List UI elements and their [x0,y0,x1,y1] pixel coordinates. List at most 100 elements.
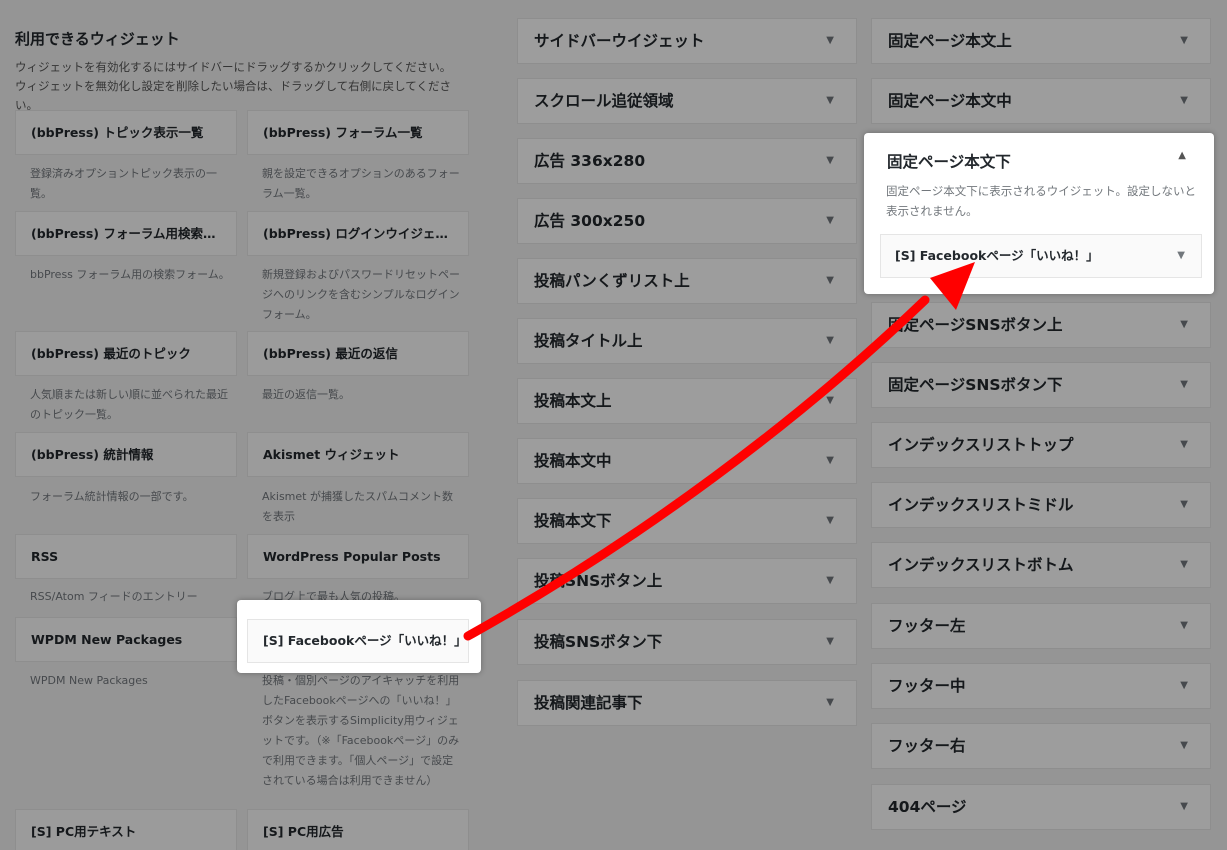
sidebar-item[interactable]: 広告 336x280 ▼ [517,138,857,184]
sidebar-label: 投稿タイトル上 [534,332,643,350]
widget-facebook-like[interactable]: [S] Facebookページ「いいね！」 [247,619,469,663]
widget-description: RSS/Atom フィードのエントリー [30,590,198,603]
sidebar-label: 広告 300x250 [534,212,646,230]
widget-bbpress-recent-topics[interactable]: (bbPress) 最近のトピック [15,331,237,376]
widget-description: 親を設定できるオプションのあるフォーラム一覧。 [262,167,460,200]
sidebar-item[interactable]: フッター中 ▼ [871,663,1211,709]
chevron-down-icon[interactable]: ▼ [826,379,834,423]
sidebar-label: 固定ページ本文上 [888,32,1012,50]
sidebar-label: 投稿関連記事下 [534,694,643,712]
widget-description: 新規登録およびパスワードリセットページへのリンクを含むシンプルなログインフォーム… [262,268,460,321]
chevron-down-icon[interactable]: ▼ [826,139,834,183]
widget-bbpress-recent-replies[interactable]: (bbPress) 最近の返信 [247,331,469,376]
open-sidebar-description: 固定ページ本文下に表示されるウイジェット。設定しないと表示されません。 [886,184,1197,218]
available-widgets-title: 利用できるウィジェット [15,30,180,48]
chevron-down-icon[interactable]: ▼ [826,79,834,123]
sidebar-item[interactable]: 投稿本文下 ▼ [517,498,857,544]
sidebar-label: 投稿本文上 [534,392,612,410]
chevron-down-icon[interactable]: ▼ [1180,483,1188,527]
sidebar-item[interactable]: 投稿本文上 ▼ [517,378,857,424]
chevron-down-icon[interactable]: ▼ [1177,235,1185,277]
widget-description: 最近の返信一覧。 [262,388,350,401]
placed-widget-label: [S] Facebookページ「いいね！」 [895,248,1099,263]
sidebar-label: 広告 336x280 [534,152,646,170]
sidebar-label: 投稿パンくずリスト上 [534,272,690,290]
sidebar-item[interactable]: 投稿パンくずリスト上 ▼ [517,258,857,304]
widget-rss[interactable]: RSS [15,534,237,579]
sidebar-item[interactable]: インデックスリストミドル ▼ [871,482,1211,528]
widget-bbpress-forums[interactable]: (bbPress) フォーラム一覧 [247,110,469,155]
widget-pc-ad[interactable]: [S] PC用広告 [247,809,469,850]
chevron-down-icon[interactable]: ▼ [826,19,834,63]
widget-wordpress-popular-posts[interactable]: WordPress Popular Posts [247,534,469,579]
sidebar-item[interactable]: インデックスリストトップ ▼ [871,422,1211,468]
chevron-down-icon[interactable]: ▼ [1180,303,1188,347]
chevron-down-icon[interactable]: ▼ [1180,724,1188,768]
sidebar-item[interactable]: インデックスリストボトム ▼ [871,542,1211,588]
widget-description: bbPress フォーラム用の検索フォーム。 [30,268,230,281]
chevron-down-icon[interactable]: ▼ [1180,423,1188,467]
sidebar-label: フッター右 [888,737,966,755]
highlighted-source-widget: [S] Facebookページ「いいね！」 [237,600,481,673]
sidebar-label: 投稿SNSボタン下 [534,633,663,651]
sidebar-label: 投稿本文下 [534,512,612,530]
sidebar-item[interactable]: 投稿タイトル上 ▼ [517,318,857,364]
chevron-down-icon[interactable]: ▼ [826,319,834,363]
widget-pc-text[interactable]: [S] PC用テキスト [15,809,237,850]
sidebar-item[interactable]: 投稿本文中 ▼ [517,438,857,484]
chevron-down-icon[interactable]: ▼ [826,620,834,664]
sidebar-item[interactable]: フッター右 ▼ [871,723,1211,769]
sidebar-item[interactable]: 固定ページ本文上 ▼ [871,18,1211,64]
sidebar-item[interactable]: 投稿SNSボタン下 ▼ [517,619,857,665]
widget-bbpress-login[interactable]: (bbPress) ログインウイジェット [247,211,469,256]
widget-bbpress-stats[interactable]: (bbPress) 統計情報 [15,432,237,477]
chevron-down-icon[interactable]: ▼ [826,199,834,243]
placed-widget-facebook-like[interactable]: [S] Facebookページ「いいね！」 ▼ [880,234,1202,278]
chevron-down-icon[interactable]: ▼ [1180,19,1188,63]
widget-wpdm-new-packages[interactable]: WPDM New Packages [15,617,237,662]
sidebar-item[interactable]: 広告 300x250 ▼ [517,198,857,244]
sidebar-item[interactable]: フッター左 ▼ [871,603,1211,649]
chevron-down-icon[interactable]: ▼ [1180,363,1188,407]
open-sidebar-title[interactable]: 固定ページ本文下 [887,150,1011,172]
sidebar-label: インデックスリストトップ [888,436,1074,454]
sidebar-label: 投稿本文中 [534,452,612,470]
sidebar-label: 404ページ [888,798,967,816]
widget-description: 投稿・個別ページのアイキャッチを利用したFacebookページへの「いいね！」ボ… [262,674,460,787]
widget-description: 人気順または新しい順に並べられた最近のトピック一覧。 [30,388,228,421]
chevron-down-icon[interactable]: ▼ [1180,785,1188,829]
widget-akismet[interactable]: Akismet ウィジェット [247,432,469,477]
chevron-up-icon[interactable]: ▲ [1178,150,1186,161]
sidebar-item[interactable]: 投稿関連記事下 ▼ [517,680,857,726]
sidebar-item[interactable]: 投稿SNSボタン上 ▼ [517,558,857,604]
widget-description: Akismet が捕獲したスパムコメント数を表示 [262,490,453,523]
widget-bbpress-topics[interactable]: (bbPress) トピック表示一覧 [15,110,237,155]
chevron-down-icon[interactable]: ▼ [826,499,834,543]
sidebar-item[interactable]: 固定ページSNSボタン上 ▼ [871,302,1211,348]
sidebar-item[interactable]: 固定ページ本文中 ▼ [871,78,1211,124]
sidebar-label: スクロール追従領域 [534,92,674,110]
sidebar-label: 固定ページSNSボタン上 [888,316,1063,334]
chevron-down-icon[interactable]: ▼ [826,681,834,725]
sidebar-item[interactable]: 404ページ ▼ [871,784,1211,830]
chevron-down-icon[interactable]: ▼ [1180,664,1188,708]
sidebar-label: フッター左 [888,617,966,635]
widget-description: WPDM New Packages [30,674,148,687]
sidebar-label: 固定ページSNSボタン下 [888,376,1063,394]
widget-bbpress-search[interactable]: (bbPress) フォーラム用検索フ... [15,211,237,256]
chevron-down-icon[interactable]: ▼ [826,559,834,603]
chevron-down-icon[interactable]: ▼ [1180,543,1188,587]
sidebar-item[interactable]: スクロール追従領域 ▼ [517,78,857,124]
sidebar-label: 投稿SNSボタン上 [534,572,663,590]
widget-description: フォーラム統計情報の一部です。 [30,490,194,503]
open-sidebar-panel: 固定ページ本文下 ▲ 固定ページ本文下に表示されるウイジェット。設定しないと表示… [864,133,1214,294]
chevron-down-icon[interactable]: ▼ [826,439,834,483]
sidebar-label: サイドバーウイジェット [534,32,705,50]
chevron-down-icon[interactable]: ▼ [1180,79,1188,123]
sidebar-label: インデックスリストミドル [888,496,1074,514]
sidebar-label: 固定ページ本文中 [888,92,1012,110]
chevron-down-icon[interactable]: ▼ [826,259,834,303]
sidebar-item[interactable]: 固定ページSNSボタン下 ▼ [871,362,1211,408]
chevron-down-icon[interactable]: ▼ [1180,604,1188,648]
sidebar-item[interactable]: サイドバーウイジェット ▼ [517,18,857,64]
